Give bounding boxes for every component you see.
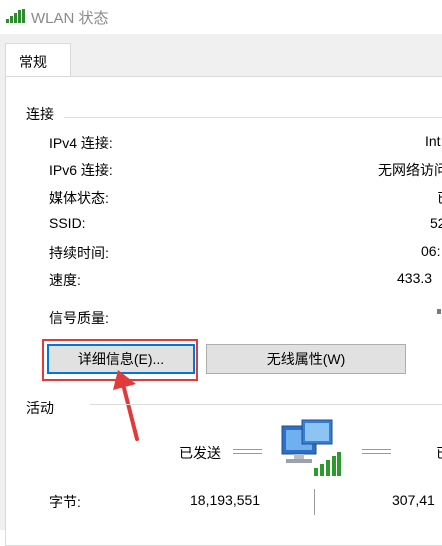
tab-label: 常规 <box>19 54 47 70</box>
ssid-value: 52 <box>430 215 442 231</box>
bytes-divider <box>314 489 315 515</box>
duration-label: 持续时间: <box>49 245 109 261</box>
bytes-label: 字节: <box>49 494 81 510</box>
media-state-label: 媒体状态: <box>49 190 109 206</box>
window-title: WLAN 状态 <box>31 10 109 27</box>
wireless-properties-button[interactable]: 无线属性(W) <box>206 344 406 374</box>
media-state-value: 已 <box>437 188 442 208</box>
ipv6-connection-value: 无网络访问 <box>378 162 442 178</box>
activity-group-divider <box>90 404 442 405</box>
speed-value: 433.3 <box>397 270 433 286</box>
wifi-signal-icon <box>6 9 25 23</box>
received-line <box>362 449 391 454</box>
signal-quality-label: 信号质量: <box>49 310 109 326</box>
activity-group-label: 活动 <box>26 398 58 418</box>
signal-quality-indicator <box>437 309 441 314</box>
title-bar: WLAN 状态 <box>0 0 442 34</box>
sent-label: 已发送 <box>179 445 221 461</box>
pointer-arrow-icon <box>113 370 139 441</box>
ssid-label: SSID: <box>49 215 86 231</box>
network-computer-icon <box>281 419 341 476</box>
bytes-received-value: 307,41 <box>392 492 435 508</box>
speed-label: 速度: <box>49 272 81 288</box>
bytes-sent-value: 18,193,551 <box>190 492 261 508</box>
duration-value: 06: <box>421 243 441 259</box>
ipv6-connection-label: IPv6 连接: <box>49 162 113 178</box>
connection-group-divider <box>64 117 442 118</box>
ipv4-connection-label: IPv4 连接: <box>49 135 113 151</box>
ipv4-connection-value: Int <box>425 133 441 149</box>
received-label: 已 <box>436 443 442 463</box>
tab-general[interactable]: 常规 <box>5 43 71 77</box>
connection-group-label: 连接 <box>26 104 58 124</box>
sent-line <box>233 449 262 454</box>
